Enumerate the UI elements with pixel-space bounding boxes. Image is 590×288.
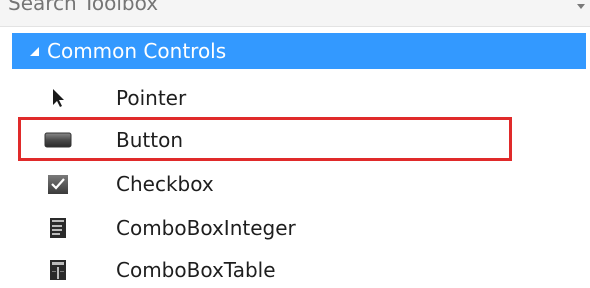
item-label: Pointer	[116, 86, 187, 110]
checkbox-icon	[42, 172, 74, 196]
chevron-down-icon[interactable]	[577, 4, 585, 10]
toolbox-item-comboboxtable[interactable]: ComboBoxTable	[12, 249, 586, 288]
category-header-common-controls[interactable]: Common Controls	[12, 33, 586, 69]
button-icon	[42, 128, 74, 152]
toolbox-item-button[interactable]: Button	[12, 119, 586, 161]
expand-arrow-icon[interactable]	[24, 33, 44, 69]
toolbox-item-comboboxinteger[interactable]: ComboBoxInteger	[12, 207, 586, 249]
item-label: Button	[116, 128, 183, 152]
toolbox-item-pointer[interactable]: Pointer	[12, 77, 586, 119]
search-input[interactable]	[8, 0, 568, 18]
pointer-icon	[42, 86, 74, 110]
item-label: ComboBoxTable	[116, 258, 276, 282]
combobox-integer-icon	[42, 216, 74, 240]
combobox-table-icon	[42, 258, 74, 282]
item-label: ComboBoxInteger	[116, 216, 296, 240]
search-bar	[0, 0, 590, 27]
item-label: Checkbox	[116, 172, 214, 196]
toolbox-item-checkbox[interactable]: Checkbox	[12, 163, 586, 205]
category-label: Common Controls	[47, 39, 227, 63]
toolbox-panel: Common Controls Pointer But	[0, 0, 590, 288]
